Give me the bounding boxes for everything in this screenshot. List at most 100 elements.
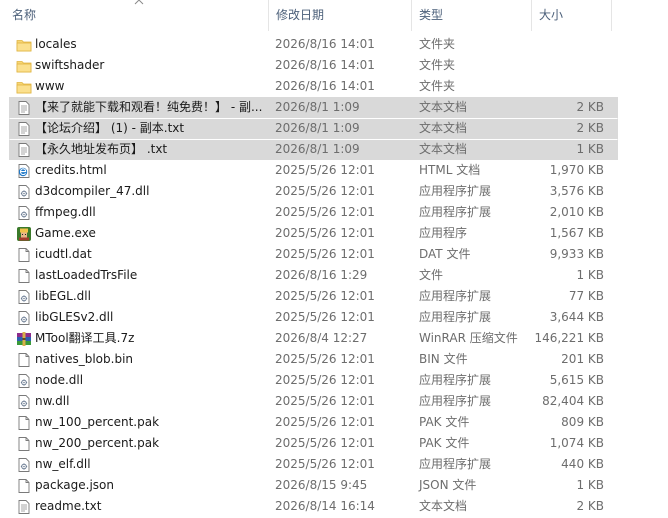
file-type: 应用程序扩展 xyxy=(419,394,492,408)
file-type: 文件 xyxy=(419,268,444,282)
file-list: locales 2026/8/16 14:01 文件夹 swiftshader 2026… xyxy=(0,34,668,517)
dll-file-icon xyxy=(16,457,32,473)
file-row[interactable]: 【永久地址发布页】 .txt 2026/8/1 1:09 文本文档 1 KB xyxy=(9,139,618,160)
column-header-type[interactable]: 类型 xyxy=(411,0,531,31)
file-type: 应用程序扩展 xyxy=(419,289,492,303)
column-header-name[interactable]: 名称 xyxy=(4,0,268,31)
file-row[interactable]: 【来了就能下载和观看！纯免费！】 - 副... 2026/8/1 1:09 文本文档… xyxy=(9,97,618,118)
file-modified-date: 2026/8/15 9:45 xyxy=(275,478,368,492)
file-row[interactable]: ffmpeg.dll 2025/5/26 12:01 应用程序扩展 2,010 KB xyxy=(9,202,618,223)
file-size: 9,933 KB xyxy=(549,247,604,261)
file-type: 应用程序 xyxy=(419,226,468,240)
file-name: nw_200_percent.pak xyxy=(35,436,160,450)
file-modified-date: 2025/5/26 12:01 xyxy=(275,226,375,240)
file-row[interactable]: nw.dll 2025/5/26 12:01 应用程序扩展 82,404 KB xyxy=(9,391,618,412)
file-modified-date: 2025/5/26 12:01 xyxy=(275,310,375,324)
file-row[interactable]: readme.txt 2026/8/14 16:14 文本文档 2 KB xyxy=(9,496,618,517)
file-row[interactable]: www 2026/8/16 14:01 文件夹 xyxy=(9,76,618,97)
file-type: DAT 文件 xyxy=(419,247,471,261)
file-name: 【论坛介绍】 (1) - 副本.txt xyxy=(35,121,185,135)
file-type: 文本文档 xyxy=(419,121,468,135)
file-name: d3dcompiler_47.dll xyxy=(35,184,150,198)
blank-file-icon xyxy=(16,247,32,263)
file-type: WinRAR 压缩文件 xyxy=(419,331,518,345)
folder-icon xyxy=(16,58,32,74)
file-modified-date: 2026/8/16 14:01 xyxy=(275,37,375,51)
column-header-bar: 名称 修改日期 类型 大小 xyxy=(0,0,668,31)
game-exe-icon xyxy=(16,226,32,242)
file-name: nw_100_percent.pak xyxy=(35,415,160,429)
file-row[interactable]: nw_elf.dll 2025/5/26 12:01 应用程序扩展 440 KB xyxy=(9,454,618,475)
file-row[interactable]: nw_200_percent.pak 2025/5/26 12:01 PAK 文件 1… xyxy=(9,433,618,454)
file-modified-date: 2025/5/26 12:01 xyxy=(275,352,375,366)
file-row[interactable]: 【论坛介绍】 (1) - 副本.txt 2026/8/1 1:09 文本文档 2 KB xyxy=(9,118,618,139)
file-row[interactable]: d3dcompiler_47.dll 2025/5/26 12:01 应用程序扩展 3… xyxy=(9,181,618,202)
file-modified-date: 2026/8/14 16:14 xyxy=(275,499,375,513)
file-modified-date: 2025/5/26 12:01 xyxy=(275,394,375,408)
file-row[interactable]: nw_100_percent.pak 2025/5/26 12:01 PAK 文件 8… xyxy=(9,412,618,433)
file-type: PAK 文件 xyxy=(419,436,470,450)
file-row[interactable]: natives_blob.bin 2025/5/26 12:01 BIN 文件 201… xyxy=(9,349,618,370)
file-size: 440 KB xyxy=(561,457,604,471)
file-size: 1,074 KB xyxy=(549,436,604,450)
file-size: 1 KB xyxy=(576,478,604,492)
dll-file-icon xyxy=(16,205,32,221)
file-name: node.dll xyxy=(35,373,84,387)
file-row[interactable]: swiftshader 2026/8/16 14:01 文件夹 xyxy=(9,55,618,76)
file-size: 2 KB xyxy=(576,121,604,135)
text-file-icon xyxy=(16,499,32,515)
file-row[interactable]: icudtl.dat 2025/5/26 12:01 DAT 文件 9,933 KB xyxy=(9,244,618,265)
file-name: locales xyxy=(35,37,77,51)
file-name: nw_elf.dll xyxy=(35,457,91,471)
file-row[interactable]: MTool翻译工具.7z 2026/8/4 12:27 WinRAR 压缩文件 146… xyxy=(9,328,618,349)
file-type: 文本文档 xyxy=(419,100,468,114)
file-modified-date: 2025/5/26 12:01 xyxy=(275,373,375,387)
file-row[interactable]: libEGL.dll 2025/5/26 12:01 应用程序扩展 77 KB xyxy=(9,286,618,307)
file-size: 201 KB xyxy=(561,352,604,366)
file-name: libGLESv2.dll xyxy=(35,310,114,324)
file-size: 146,221 KB xyxy=(534,331,604,345)
file-row[interactable]: credits.html 2025/5/26 12:01 HTML 文档 1,970 … xyxy=(9,160,618,181)
file-size: 809 KB xyxy=(561,415,604,429)
column-divider[interactable] xyxy=(611,0,612,31)
file-modified-date: 2026/8/4 12:27 xyxy=(275,331,368,345)
file-name: natives_blob.bin xyxy=(35,352,134,366)
file-size: 2,010 KB xyxy=(549,205,604,219)
file-name: credits.html xyxy=(35,163,107,177)
file-modified-date: 2026/8/1 1:09 xyxy=(275,142,360,156)
file-type: 文本文档 xyxy=(419,142,468,156)
file-size: 3,644 KB xyxy=(549,310,604,324)
dll-file-icon xyxy=(16,310,32,326)
file-size: 3,576 KB xyxy=(549,184,604,198)
file-name: 【永久地址发布页】 .txt xyxy=(35,142,168,156)
file-type: HTML 文档 xyxy=(419,163,481,177)
file-type: 应用程序扩展 xyxy=(419,184,492,198)
blank-file-icon xyxy=(16,478,32,494)
text-file-icon xyxy=(16,142,32,158)
dll-file-icon xyxy=(16,373,32,389)
dll-file-icon xyxy=(16,184,32,200)
file-row[interactable]: lastLoadedTrsFile 2026/8/16 1:29 文件 1 KB xyxy=(9,265,618,286)
file-row[interactable]: libGLESv2.dll 2025/5/26 12:01 应用程序扩展 3,644 … xyxy=(9,307,618,328)
column-header-size[interactable]: 大小 xyxy=(531,0,611,31)
file-row[interactable]: locales 2026/8/16 14:01 文件夹 xyxy=(9,34,618,55)
blank-file-icon xyxy=(16,436,32,452)
file-row[interactable]: node.dll 2025/5/26 12:01 应用程序扩展 5,615 KB xyxy=(9,370,618,391)
file-type: 应用程序扩展 xyxy=(419,310,492,324)
file-modified-date: 2025/5/26 12:01 xyxy=(275,436,375,450)
file-modified-date: 2025/5/26 12:01 xyxy=(275,289,375,303)
folder-icon xyxy=(16,79,32,95)
file-modified-date: 2025/5/26 12:01 xyxy=(275,163,375,177)
file-type: PAK 文件 xyxy=(419,415,470,429)
file-modified-date: 2025/5/26 12:01 xyxy=(275,247,375,261)
file-size: 1,567 KB xyxy=(549,226,604,240)
column-header-date[interactable]: 修改日期 xyxy=(268,0,411,31)
file-size: 1 KB xyxy=(576,268,604,282)
file-row[interactable]: Game.exe 2025/5/26 12:01 应用程序 1,567 KB xyxy=(9,223,618,244)
file-type: 文件夹 xyxy=(419,58,456,72)
file-type: BIN 文件 xyxy=(419,352,468,366)
file-name: icudtl.dat xyxy=(35,247,92,261)
file-modified-date: 2026/8/1 1:09 xyxy=(275,100,360,114)
file-row[interactable]: package.json 2026/8/15 9:45 JSON 文件 1 KB xyxy=(9,475,618,496)
file-size: 82,404 KB xyxy=(542,394,604,408)
